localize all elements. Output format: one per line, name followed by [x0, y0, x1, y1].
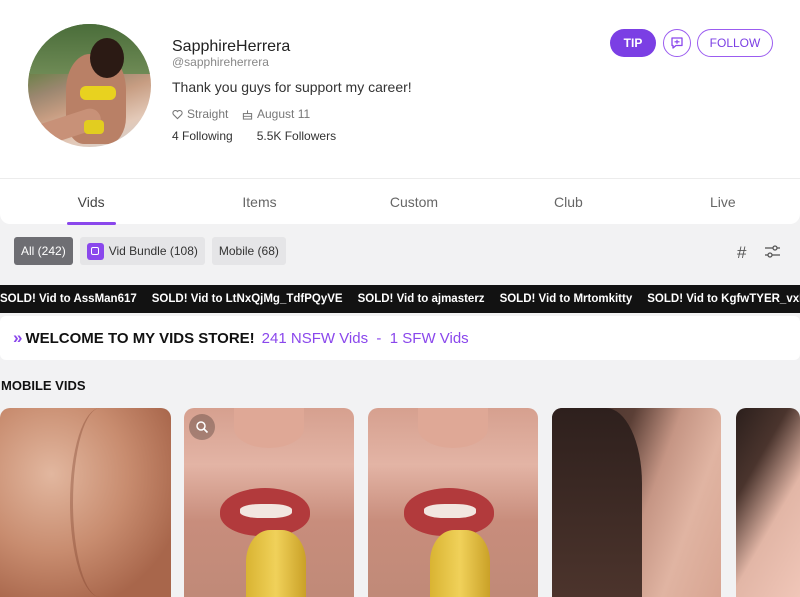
avatar[interactable]	[28, 24, 151, 147]
ticker-item: SOLD! Vid to KgfwTYER_vxFWB	[647, 293, 800, 305]
video-thumbnail[interactable]	[736, 408, 800, 597]
filter-mobile[interactable]: Mobile (68)	[211, 237, 286, 265]
ticker-item: SOLD! Vid to Mrtomkitty	[499, 293, 633, 305]
filter-vid-bundle[interactable]: Vid Bundle (108)	[79, 237, 205, 265]
message-icon	[671, 37, 683, 49]
video-thumbnail[interactable]	[552, 408, 721, 597]
cake-icon	[242, 109, 253, 120]
welcome-banner: » WELCOME TO MY VIDS STORE! 241 NSFW Vid…	[0, 316, 800, 360]
follow-stats: 4 Following 5.5K Followers	[172, 129, 336, 143]
message-button[interactable]	[663, 29, 691, 57]
tab-custom[interactable]: Custom	[337, 179, 491, 225]
video-thumbnail[interactable]	[0, 408, 171, 597]
user-bio: Thank you guys for support my career!	[172, 79, 412, 95]
filter-mobile-label: Mobile (68)	[218, 244, 279, 258]
username: SapphireHerrera	[172, 38, 291, 55]
video-thumbnail[interactable]	[368, 408, 538, 597]
section-title: MOBILE VIDS	[1, 378, 86, 393]
tab-live[interactable]: Live	[646, 179, 800, 225]
tip-button[interactable]: TIP	[610, 29, 656, 57]
filter-chips: All (242) Vid Bundle (108) Mobile (68)	[14, 237, 286, 265]
ticker-item: SOLD! Vid to LtNxQjMg_TdfPQyVE	[151, 293, 343, 305]
orientation-label: Straight	[187, 107, 229, 121]
birthday-info: August 11	[242, 107, 310, 121]
sales-ticker: SOLD! Vid to AssMan617 SOLD! Vid to LtNx…	[0, 285, 800, 313]
filter-all-label: All (242)	[21, 244, 66, 258]
video-thumbnail[interactable]	[184, 408, 354, 597]
filter-settings-icon[interactable]	[764, 244, 781, 260]
hashtag-icon[interactable]: #	[737, 243, 746, 263]
ticker-item: SOLD! Vid to AssMan617	[0, 293, 137, 305]
tab-club[interactable]: Club	[491, 179, 645, 225]
vid-counts: 241 NSFW Vids - 1 SFW Vids	[261, 329, 469, 347]
welcome-title: WELCOME TO MY VIDS STORE!	[25, 329, 255, 347]
user-handle: @sapphireherrera	[172, 55, 269, 69]
orientation-info: Straight	[172, 107, 228, 121]
search-icon[interactable]	[189, 414, 215, 440]
filter-all[interactable]: All (242)	[14, 237, 73, 265]
tab-vids[interactable]: Vids	[0, 179, 182, 225]
heart-icon	[172, 109, 183, 119]
double-chevron-right-icon: »	[13, 328, 23, 347]
followers-count[interactable]: 5.5K Followers	[257, 129, 336, 143]
bundle-icon	[86, 242, 104, 260]
ticker-item: SOLD! Vid to ajmasterz	[357, 293, 485, 305]
following-count[interactable]: 4 Following	[172, 129, 233, 143]
tab-items[interactable]: Items	[182, 179, 336, 225]
filter-vid-bundle-label: Vid Bundle (108)	[108, 244, 198, 258]
birthday-label: August 11	[257, 107, 311, 121]
content-tabs: Vids Items Custom Club Live	[0, 178, 800, 225]
profile-card: SapphireHerrera @sapphireherrera Thank y…	[0, 0, 800, 225]
follow-button[interactable]: FOLLOW	[697, 29, 773, 57]
